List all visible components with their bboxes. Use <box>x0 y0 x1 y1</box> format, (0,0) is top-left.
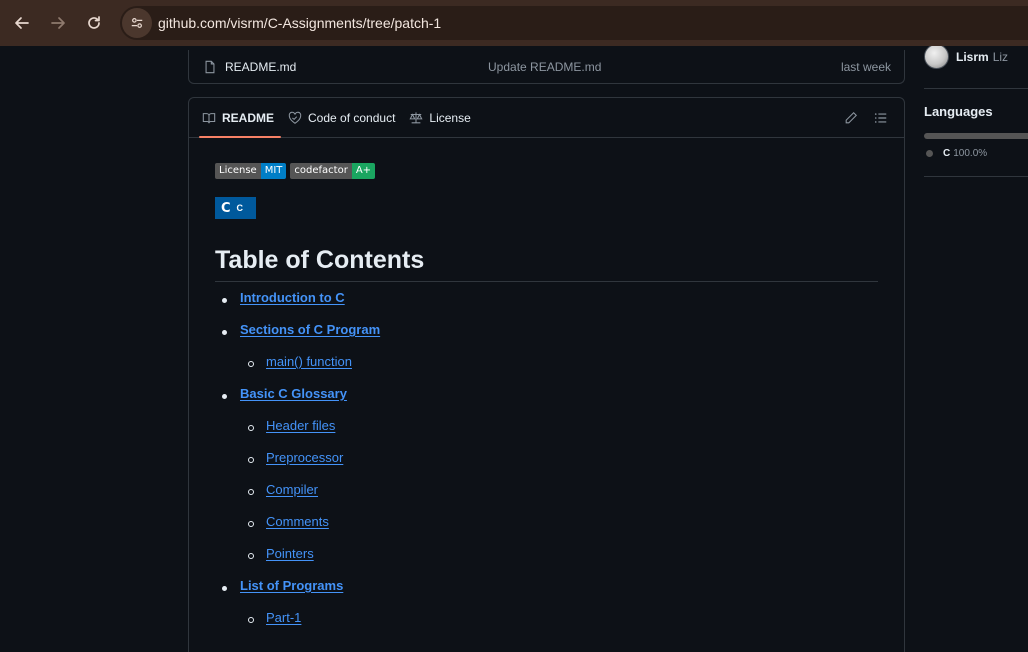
toc-link-list-of-programs[interactable]: List of Programs <box>240 578 343 593</box>
license-badge-value: MIT <box>260 163 287 179</box>
toc-link-compiler[interactable]: Compiler <box>266 482 318 497</box>
page-content: README.md Update README.md last week REA… <box>0 46 1028 652</box>
codefactor-badge-value: A+ <box>351 163 376 179</box>
contributor-name[interactable]: Lisrm <box>956 50 989 64</box>
bullet <box>222 298 227 303</box>
language-percent: 100.0% <box>953 148 988 159</box>
bullet <box>248 521 254 527</box>
bullet <box>248 617 254 623</box>
list-icon <box>874 113 887 123</box>
commit-time: last week <box>840 59 891 74</box>
toc-link-pointers[interactable]: Pointers <box>266 546 314 561</box>
forward-arrow-icon <box>51 17 65 29</box>
edit-button[interactable] <box>836 103 866 133</box>
bullet <box>248 553 254 559</box>
reload-button[interactable] <box>76 5 112 41</box>
browser-toolbar: github.com/visrm/C-Assignments/tree/patc… <box>0 0 1028 46</box>
c-language-badge: C C <box>215 197 256 219</box>
language-color-dot <box>926 150 933 157</box>
toc-link-comments[interactable]: Comments <box>266 514 329 529</box>
tab-license[interactable]: License <box>402 98 477 137</box>
toc-link-glossary[interactable]: Basic C Glossary <box>240 386 347 401</box>
bullet <box>248 425 254 431</box>
bullet <box>222 586 227 591</box>
codefactor-badge-label: codefactor <box>290 163 352 179</box>
toc-link-preprocessor[interactable]: Preprocessor <box>266 450 343 465</box>
url-text: github.com/visrm/C-Assignments/tree/patc… <box>158 15 442 31</box>
badge-row: License MIT codefactor A+ <box>215 163 376 179</box>
heart-handshake-icon <box>288 111 302 124</box>
bullet <box>222 330 227 335</box>
tab-code-of-conduct[interactable]: Code of conduct <box>281 98 402 137</box>
back-button[interactable] <box>4 5 40 41</box>
pencil-icon <box>845 112 857 124</box>
toc-link-sections[interactable]: Sections of C Program <box>240 322 380 337</box>
contributor[interactable]: Lisrm Liz <box>924 46 1008 69</box>
tab-readme[interactable]: README <box>195 98 282 138</box>
toc-heading: Table of Contents <box>215 246 878 282</box>
language-name: C <box>943 148 951 159</box>
language-entry[interactable]: C 100.0% <box>926 148 987 159</box>
toc-link-main-function[interactable]: main() function <box>266 354 352 369</box>
reload-icon <box>88 16 100 29</box>
sidebar-divider <box>924 176 1028 177</box>
readme-panel: README Code of conduct License License M… <box>188 97 905 652</box>
site-info-button[interactable] <box>122 8 152 38</box>
bullet <box>248 457 254 463</box>
forward-button[interactable] <box>40 5 76 41</box>
back-arrow-icon <box>15 17 29 29</box>
tab-code-of-conduct-label: Code of conduct <box>308 110 396 125</box>
avatar[interactable] <box>924 46 949 69</box>
codefactor-badge[interactable]: codefactor A+ <box>290 163 376 179</box>
license-badge-label: License <box>215 163 261 179</box>
contributor-alias: Liz <box>992 49 1009 64</box>
outline-button[interactable] <box>866 103 896 133</box>
bullet <box>248 361 254 367</box>
tab-readme-label: README <box>222 110 275 125</box>
readme-actions <box>836 98 896 138</box>
tune-icon <box>131 18 143 28</box>
commit-message-link[interactable]: Update README.md <box>488 60 601 74</box>
license-badge[interactable]: License MIT <box>215 163 287 179</box>
toc-link-introduction[interactable]: Introduction to C <box>240 290 345 305</box>
bullet <box>248 489 254 495</box>
languages-heading: Languages <box>924 104 993 119</box>
toc-link-part-1[interactable]: Part-1 <box>266 610 301 625</box>
readme-tabs: README Code of conduct License <box>189 98 904 138</box>
file-icon <box>205 60 215 73</box>
c-badge-text: C <box>236 203 244 213</box>
file-name-link[interactable]: README.md <box>225 60 296 74</box>
language-bar <box>924 133 1028 139</box>
tab-license-label: License <box>429 110 471 125</box>
file-row[interactable]: README.md Update README.md last week <box>188 50 905 84</box>
bullet <box>222 394 227 399</box>
toc-link-header-files[interactable]: Header files <box>266 418 335 433</box>
book-icon <box>202 112 216 123</box>
address-bar[interactable]: github.com/visrm/C-Assignments/tree/patc… <box>120 6 1028 40</box>
scale-icon <box>409 111 423 123</box>
sidebar-divider <box>924 88 1028 89</box>
c-logo-icon: C <box>221 200 231 216</box>
